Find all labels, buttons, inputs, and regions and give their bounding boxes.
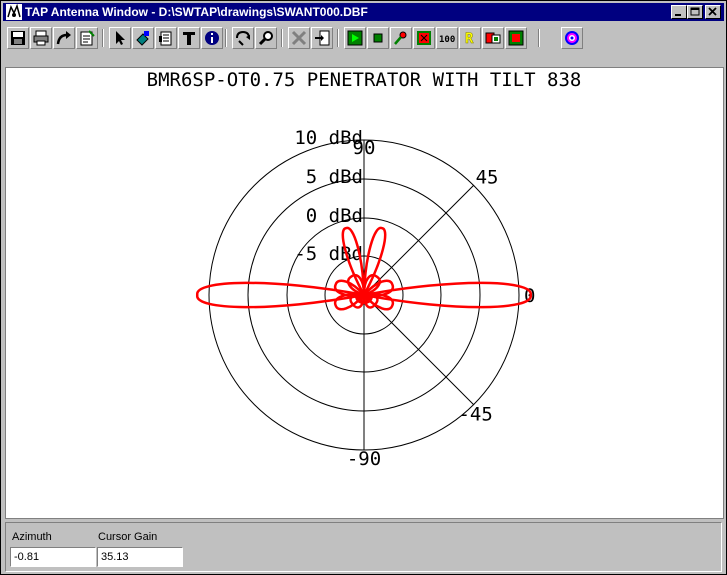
import-icon — [315, 30, 330, 46]
axis-45 — [363, 185, 474, 296]
rotate-icon — [236, 30, 250, 46]
maximize-icon — [690, 7, 700, 16]
toolbar-separator — [337, 29, 339, 47]
stop-button[interactable] — [367, 27, 389, 49]
select-button[interactable] — [109, 27, 131, 49]
plot-area[interactable]: BMR6SP-OT0.75 PENETRATOR WITH TILT 838 10… — [5, 67, 724, 519]
target-icon — [565, 31, 579, 45]
paint-icon — [136, 31, 149, 46]
polar-chart: BMR6SP-OT0.75 PENETRATOR WITH TILT 83810… — [147, 69, 582, 470]
maximize-button[interactable] — [687, 5, 703, 19]
green-square-icon — [373, 33, 383, 43]
title-bar[interactable]: TAP Antenna Window - D:\SWTAP\drawings\S… — [3, 3, 724, 21]
play-button[interactable] — [344, 27, 366, 49]
minimize-button[interactable] — [671, 5, 687, 19]
r-icon: R — [465, 31, 475, 46]
properties-button[interactable] — [155, 27, 177, 49]
azimuth-field[interactable]: -0.81 — [10, 547, 96, 567]
curved-arrow-icon — [56, 31, 71, 45]
angle-label: -45 — [458, 404, 492, 426]
grid-icon — [508, 30, 524, 46]
target-button[interactable] — [561, 27, 583, 49]
pattern-lobe — [363, 281, 532, 309]
text-button[interactable] — [178, 27, 200, 49]
chart-title: BMR6SP-OT0.75 PENETRATOR WITH TILT 838 — [147, 69, 582, 91]
x-icon — [291, 30, 307, 46]
info-icon — [205, 31, 219, 45]
cursor-gain-label: Cursor Gain — [98, 531, 158, 543]
edit-button[interactable] — [76, 27, 98, 49]
notepad-icon — [80, 30, 95, 46]
close-button[interactable] — [705, 5, 721, 19]
pin-icon — [394, 31, 407, 45]
app-icon — [6, 4, 22, 20]
grid-button[interactable] — [505, 27, 527, 49]
text-t-icon — [183, 32, 195, 45]
pin-button[interactable] — [390, 27, 412, 49]
angle-label: -90 — [347, 448, 381, 470]
cursor-gain-field[interactable]: 35.13 — [97, 547, 183, 567]
svg-text:R: R — [465, 31, 474, 46]
green-play-icon — [347, 30, 363, 46]
refresh-button[interactable]: R — [459, 27, 481, 49]
zoom100-button[interactable]: 100% — [436, 27, 458, 49]
zoom-100-icon: 100% — [439, 35, 455, 45]
info-button[interactable] — [201, 27, 223, 49]
radial-tick-label: -5 dBd — [294, 243, 363, 265]
toolbar-separator — [281, 29, 283, 47]
paint-button[interactable] — [132, 27, 154, 49]
search-button[interactable] — [255, 27, 277, 49]
import-button[interactable] — [311, 27, 333, 49]
magnifier-icon — [258, 31, 273, 46]
window-title: TAP Antenna Window - D:\SWTAP\drawings\S… — [25, 5, 368, 19]
mark-button[interactable] — [413, 27, 435, 49]
rotate-button[interactable] — [232, 27, 254, 49]
red-box-icon — [417, 31, 431, 45]
minimize-icon — [675, 14, 681, 16]
toolbar-separator — [538, 29, 540, 47]
toolbar: 100% R — [3, 23, 724, 53]
toolbar-separator — [102, 29, 104, 47]
antenna-window: TAP Antenna Window - D:\SWTAP\drawings\S… — [0, 0, 727, 575]
axis-minus-45 — [363, 294, 474, 405]
print-button[interactable] — [30, 27, 52, 49]
delete-button[interactable] — [288, 27, 310, 49]
close-icon — [708, 7, 717, 16]
radial-tick-label: 0 dBd — [306, 205, 363, 227]
save-button[interactable] — [7, 27, 29, 49]
floppy-icon — [11, 31, 25, 45]
radial-tick-label: 5 dBd — [306, 166, 363, 188]
export-button[interactable] — [53, 27, 75, 49]
compare-button[interactable] — [482, 27, 504, 49]
angle-label: 90 — [353, 137, 376, 159]
toolbar-separator — [225, 29, 227, 47]
compare-icon — [485, 32, 501, 44]
pointer-icon — [116, 31, 125, 45]
status-panel: Azimuth -0.81 Cursor Gain 35.13 — [5, 522, 722, 572]
angle-label: 45 — [476, 166, 499, 188]
pattern-lobe — [196, 281, 365, 309]
form-icon — [159, 31, 172, 46]
svg-text:100%: 100% — [439, 35, 455, 45]
azimuth-label: Azimuth — [12, 531, 52, 543]
printer-icon — [33, 30, 49, 46]
